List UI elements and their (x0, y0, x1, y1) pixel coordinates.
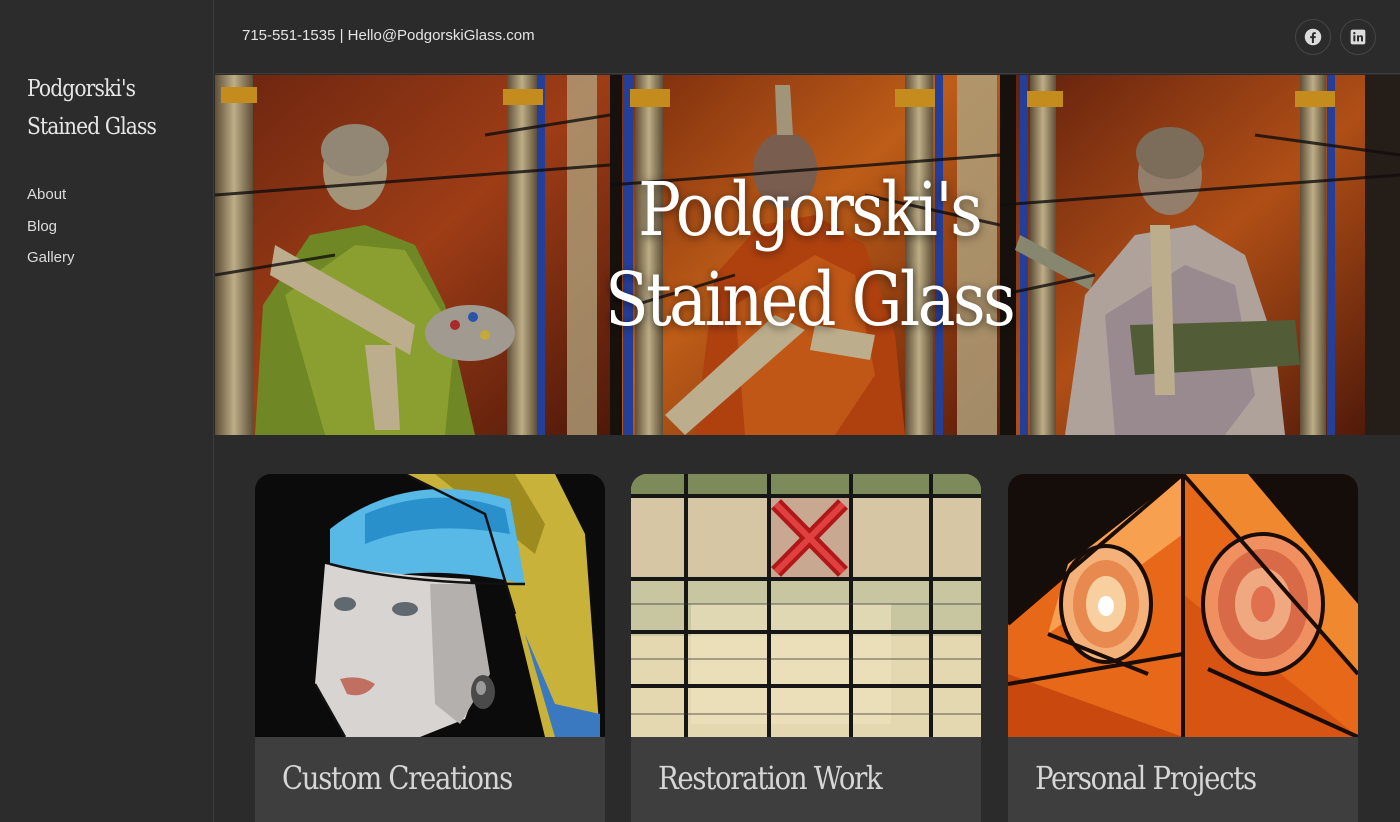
nav-link-gallery[interactable]: Gallery (27, 249, 75, 266)
nav-item-blog: Blog (27, 216, 75, 248)
hero-title: Podgorski's Stained Glass (300, 165, 1319, 345)
contact-info[interactable]: 715-551-1535 | Hello@PodgorskiGlass.com (242, 27, 535, 44)
card-image-restoration-work (631, 474, 981, 737)
top-bar: 715-551-1535 | Hello@PodgorskiGlass.com (215, 0, 1400, 74)
card-title-restoration-work: Restoration Work (658, 759, 883, 797)
nav-item-about: About (27, 184, 75, 216)
nav-item-gallery: Gallery (27, 247, 75, 279)
linkedin-icon (1350, 29, 1366, 45)
main-nav: About Blog Gallery (27, 184, 75, 279)
facebook-button[interactable] (1295, 19, 1331, 55)
card-image-personal-projects (1008, 474, 1358, 737)
hero-title-line-1: Podgorski's (638, 167, 983, 253)
brand-line-2: Stained Glass (27, 114, 157, 140)
card-restoration-work[interactable]: Restoration Work (631, 474, 981, 822)
site-logo-text[interactable]: Podgorski's Stained Glass (27, 70, 157, 146)
card-title-personal-projects: Personal Projects (1035, 759, 1257, 797)
card-image-custom-creations (255, 474, 605, 737)
hero-banner: Podgorski's Stained Glass (215, 75, 1400, 435)
nav-link-about[interactable]: About (27, 186, 66, 203)
brand-line-1: Podgorski's (27, 76, 136, 102)
card-custom-creations[interactable]: Custom Creations (255, 474, 605, 822)
nav-link-blog[interactable]: Blog (27, 218, 57, 235)
facebook-icon (1304, 28, 1322, 46)
card-personal-projects[interactable]: Personal Projects (1008, 474, 1358, 822)
card-title-custom-creations: Custom Creations (282, 759, 513, 797)
hero-title-line-2: Stained Glass (605, 257, 1016, 343)
sidebar: Podgorski's Stained Glass About Blog Gal… (0, 0, 214, 822)
linkedin-button[interactable] (1340, 19, 1376, 55)
